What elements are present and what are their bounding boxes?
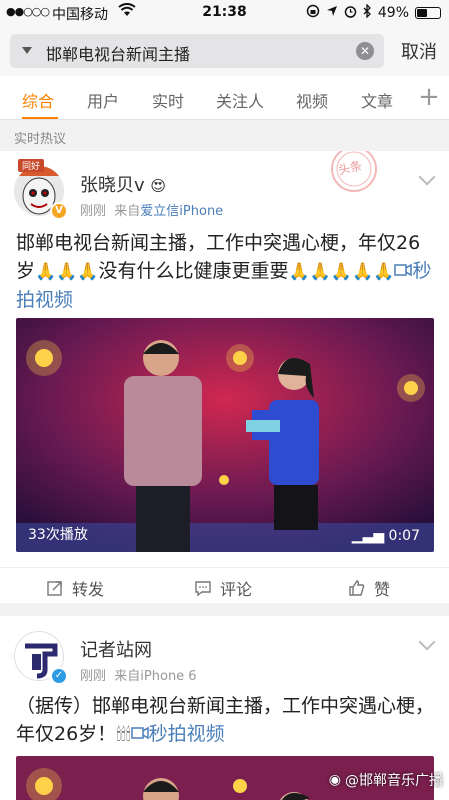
search-query[interactable]: 邯郸电视台新闻主播: [46, 41, 190, 65]
video-thumbnail[interactable]: [16, 318, 434, 552]
like-button[interactable]: 赞: [348, 576, 390, 600]
tab-following[interactable]: 关注人: [216, 88, 264, 112]
video-play-count: 33次播放: [28, 527, 88, 543]
search-input[interactable]: 邯郸电视台新闻主播 ✕: [10, 34, 384, 68]
add-tab-icon[interactable]: +: [409, 76, 449, 119]
lock-rotation-icon: [306, 4, 320, 22]
avatar-badge: 同好: [18, 159, 45, 172]
comment-icon: [195, 581, 211, 597]
alarm-icon: [344, 5, 357, 22]
video-link[interactable]: 秒拍视频: [130, 723, 225, 745]
username[interactable]: 记者站网: [80, 636, 152, 662]
verified-badge-icon: ✓: [50, 667, 68, 685]
tab-articles[interactable]: 文章: [361, 88, 393, 112]
watermark: ◉ @邯郸音乐广播: [328, 772, 443, 789]
post-text: 邯郸电视台新闻主播，工作中突遇心梗，年仅26岁🙏🙏🙏没有什么比健康更重要🙏🙏🙏🙏…: [16, 232, 432, 311]
post-meta: 刚刚 来自iPhone 6: [80, 669, 197, 684]
video-player[interactable]: 33次播放 ▁▃▅ 0:07: [16, 318, 434, 552]
battery-percent: 49%: [377, 5, 409, 21]
signal-bars-icon: ▁▃▅: [351, 528, 389, 544]
section-label: 实时热议: [0, 121, 449, 151]
tab-video[interactable]: 视频: [296, 88, 328, 112]
cancel-button[interactable]: 取消: [401, 38, 437, 64]
comment-button[interactable]: 评论: [194, 576, 252, 600]
pray-emoji-icon: 🙏🙏🙏: [35, 262, 99, 282]
video-link-icon: [130, 726, 149, 740]
verified-badge-icon: V: [50, 202, 68, 220]
status-bar: ●●○○○ 中国移动 21:38 49%: [0, 0, 449, 26]
search-tabs: 综合 用户 实时 关注人 视频 文章 +: [0, 76, 449, 120]
tab-users[interactable]: 用户: [87, 88, 119, 112]
chevron-down-icon[interactable]: [418, 633, 436, 651]
tab-realtime[interactable]: 实时: [152, 88, 184, 112]
video-link-icon: [394, 263, 413, 277]
emoji-icon: 😍: [150, 177, 167, 195]
location-icon: [326, 5, 338, 21]
post-meta: 刚刚 来自爱立信iPhone: [80, 204, 224, 219]
post-actions: 转发 评论 赞: [0, 567, 449, 603]
source-link[interactable]: 爱立信iPhone: [140, 204, 223, 219]
post-text: （据传）邯郸电视台新闻主播，工作中突遇心梗，年仅26岁！🕯🕯🕯 秒拍视频: [16, 692, 436, 749]
active-tab-indicator: [22, 117, 58, 119]
weibo-logo-icon: ◉: [328, 772, 341, 788]
tab-comprehensive[interactable]: 综合: [22, 88, 54, 112]
video-duration: ▁▃▅ 0:07: [351, 528, 420, 544]
battery-icon: [415, 7, 441, 19]
clear-icon[interactable]: ✕: [356, 42, 374, 60]
chevron-down-icon[interactable]: [418, 168, 436, 186]
dropdown-caret-icon[interactable]: [22, 47, 32, 54]
pray-emoji-icon: 🙏🙏🙏🙏🙏: [288, 262, 395, 282]
candle-emoji-icon: 🕯🕯🕯: [116, 725, 131, 745]
thumbs-up-icon: [349, 580, 365, 596]
search-header: 邯郸电视台新闻主播 ✕ 取消: [0, 26, 449, 76]
username[interactable]: 张晓贝v 😍: [80, 171, 166, 197]
bluetooth-icon: [363, 3, 372, 22]
repost-button[interactable]: 转发: [46, 576, 104, 600]
repost-icon: [47, 581, 62, 596]
post-card[interactable]: 同好 V 张晓贝v 😍 刚刚 来自爱立信iPhone 头条 邯郸电视台新闻主播，…: [0, 151, 449, 603]
